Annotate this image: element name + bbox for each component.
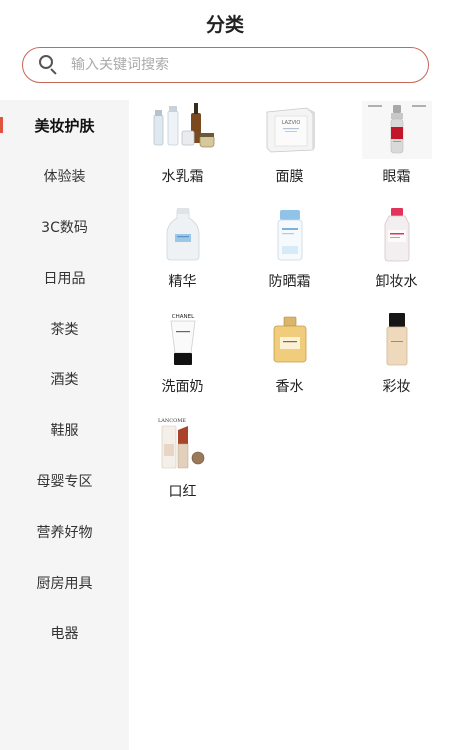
cleanser-brand-text: CHANEL (171, 314, 194, 320)
sidebar-item-label: 美妆护肤 (34, 116, 95, 135)
subcategory-label: 面膜 (275, 169, 304, 185)
sidebar-item-label: 母婴专区 (36, 473, 93, 490)
subcategory-cleanser[interactable]: CHANEL 洗面奶 (129, 310, 236, 415)
page-title: 分类 (205, 14, 244, 36)
subcategory-lipstick[interactable]: LANCOME 口红 (129, 415, 236, 520)
sidebar-item-trial[interactable]: 体验装 (0, 151, 129, 202)
perfume-bottle-icon (250, 310, 330, 370)
category-sidebar: 美妆护肤 体验装 3C数码 日用品 茶类 酒类 鞋服 母婴专区 营养好物 厨房用… (0, 100, 129, 750)
sidebar-item-label: 厨房用具 (36, 575, 93, 592)
sidebar-item-wine[interactable]: 酒类 (0, 354, 129, 405)
sidebar-item-label: 体验装 (43, 169, 86, 186)
sunscreen-bottle-icon (250, 205, 330, 265)
sidebar-item-kitchen[interactable]: 厨房用具 (0, 557, 129, 608)
eye-cream-pump-icon (357, 100, 437, 160)
sidebar-item-baby[interactable]: 母婴专区 (0, 456, 129, 507)
subcategory-makeup[interactable]: 彩妆 (343, 310, 450, 415)
subcategory-label: 彩妆 (382, 379, 411, 395)
sidebar-item-apparel[interactable]: 鞋服 (0, 405, 129, 456)
cleanser-tube-icon: CHANEL (143, 310, 223, 370)
sidebar-item-label: 鞋服 (50, 423, 79, 440)
sidebar-item-appliance[interactable]: 电器 (0, 608, 129, 659)
mask-box-brand-text: LAZVIO (281, 120, 300, 126)
search-icon (39, 55, 59, 75)
makeup-remover-bottle-icon (357, 205, 437, 265)
category-content: 水乳霜 LAZVIO 面膜 眼霜 精华 防晒霜 卸妆水 CHANEL 洗面奶 香… (129, 100, 450, 750)
subcategory-perfume[interactable]: 香水 (236, 310, 343, 415)
subcategory-eye-cream[interactable]: 眼霜 (343, 100, 450, 205)
sidebar-item-daily[interactable]: 日用品 (0, 252, 129, 303)
subcategory-face-mask[interactable]: LAZVIO 面膜 (236, 100, 343, 205)
subcategory-label: 防晒霜 (268, 274, 311, 290)
sidebar-item-digital[interactable]: 3C数码 (0, 202, 129, 253)
subcategory-sunscreen[interactable]: 防晒霜 (236, 205, 343, 310)
sidebar-item-label: 酒类 (50, 372, 79, 389)
subcategory-essence[interactable]: 精华 (129, 205, 236, 310)
sidebar-item-label: 茶类 (50, 321, 79, 338)
search-input[interactable] (71, 57, 401, 73)
sidebar-item-label: 日用品 (43, 270, 86, 287)
face-mask-box-icon: LAZVIO (250, 100, 330, 160)
subcategory-makeup-remover[interactable]: 卸妆水 (343, 205, 450, 310)
subcategory-label: 洗面奶 (161, 379, 204, 395)
search-bar[interactable] (22, 47, 429, 83)
sidebar-item-label: 电器 (50, 626, 79, 643)
sidebar-item-label: 营养好物 (36, 524, 93, 541)
foundation-bottle-icon (357, 310, 437, 370)
lipstick-brand-text: LANCOME (157, 418, 185, 424)
essence-bottle-icon (143, 205, 223, 265)
subcategory-lotion-cream[interactable]: 水乳霜 (129, 100, 236, 205)
sidebar-item-label: 3C数码 (41, 219, 88, 236)
subcategory-label: 水乳霜 (161, 169, 204, 185)
subcategory-label: 卸妆水 (375, 274, 418, 290)
skincare-set-icon (143, 100, 223, 160)
subcategory-label: 香水 (275, 379, 304, 395)
subcategory-label: 口红 (168, 484, 197, 500)
lipstick-icon: LANCOME (143, 415, 223, 475)
subcategory-grid: 水乳霜 LAZVIO 面膜 眼霜 精华 防晒霜 卸妆水 CHANEL 洗面奶 香… (129, 100, 450, 520)
sidebar-item-beauty[interactable]: 美妆护肤 (0, 100, 129, 151)
sidebar-item-tea[interactable]: 茶类 (0, 303, 129, 354)
subcategory-label: 精华 (168, 274, 197, 290)
subcategory-label: 眼霜 (382, 169, 411, 185)
sidebar-item-nutrition[interactable]: 营养好物 (0, 506, 129, 557)
